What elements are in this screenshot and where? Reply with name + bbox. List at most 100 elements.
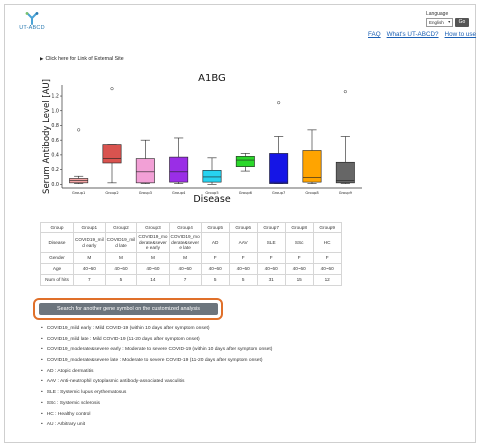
- table-header-cell: Group1: [73, 222, 106, 233]
- legend-item: AD : Atopic dermatitis: [41, 367, 272, 378]
- legend-item: SLE : Systemic lupus erythematosus: [41, 388, 272, 399]
- table-cell: F: [256, 252, 286, 264]
- table-cell: COVID19_mo derate&sever e early: [136, 232, 170, 253]
- table-cell-line: AAV: [238, 239, 248, 245]
- y-tick-label: 1.0: [51, 108, 59, 114]
- table-header-cell: Group4: [168, 222, 202, 233]
- table-cell-line: SLE: [266, 239, 276, 245]
- box-outlier: [110, 87, 114, 91]
- x-axis-label: Disease: [193, 194, 231, 205]
- table-header-cell: Group9: [312, 222, 342, 233]
- chart-title: A1BG: [198, 73, 226, 84]
- table-cell: 7: [73, 274, 106, 286]
- table-cell: M: [73, 252, 106, 264]
- table-cell: 5: [200, 274, 230, 286]
- table-cell: F: [312, 252, 342, 264]
- table-cell-line: COVID19_mil: [106, 236, 136, 242]
- table-cell: COVID19_mil d late: [104, 232, 138, 253]
- table-cell: 15: [284, 274, 314, 286]
- table-cell: AD: [200, 232, 230, 253]
- table-cell-line: AD: [211, 239, 219, 245]
- y-tick-label: 0.4: [51, 152, 59, 158]
- au-note: AU : Arbitrary unit: [41, 422, 85, 427]
- box-rect: [135, 158, 155, 184]
- table-cell: F: [284, 252, 314, 264]
- table-cell-line: e late: [179, 245, 191, 251]
- y-tick-label: 0.6: [51, 138, 59, 144]
- table-cell: 40~60: [284, 263, 314, 275]
- x-tick-label: Group4: [172, 191, 186, 195]
- table-cell: 5: [228, 274, 258, 286]
- x-tick-label: Group6: [239, 191, 253, 195]
- table-cell: M: [136, 252, 170, 264]
- x-tick-label: Group5: [205, 191, 218, 195]
- legend-item: SSc : Systemic sclerosis: [41, 399, 272, 410]
- table-cell-line: SSc: [294, 239, 304, 245]
- table-cell: 7: [168, 274, 202, 286]
- y-tick-label: 1.2: [51, 94, 59, 100]
- box-rect: [202, 170, 222, 183]
- table-cell: 40~60: [200, 263, 230, 275]
- table-cell: 40~60: [168, 263, 202, 275]
- table-cell: 14: [136, 274, 170, 286]
- table-header-cell: Group: [40, 222, 74, 233]
- table-row-disease: Disease COVID19_mil d early COVID19_mil d la…: [40, 232, 342, 253]
- box-rect: [102, 144, 122, 164]
- table-row: Age 40~60 40~60 40~60 40~60 40~60 40~60 40~60 40…: [40, 263, 342, 275]
- x-tick-label: Group2: [105, 191, 118, 195]
- table-cell: 40~60: [73, 263, 106, 275]
- box-rect: [302, 150, 322, 183]
- table-row-label: Gender: [40, 252, 74, 264]
- table-cell: 5: [104, 274, 138, 286]
- table-cell: 12: [312, 274, 342, 286]
- legend-item: COVID19_mild early : Mild COVID-19 (with…: [41, 324, 272, 335]
- y-tick-label: 0.2: [51, 167, 59, 173]
- table-row: Gender M M M M F F F F F: [40, 252, 342, 264]
- table-cell: HC: [312, 232, 342, 253]
- table-cell-line: e early: [145, 245, 160, 251]
- legend-item: AAV : Anti-neutrophil cytoplasmic antibo…: [41, 377, 272, 388]
- table-cell: COVID19_mo derate&sever e late: [168, 232, 202, 253]
- table-cell-line: COVID19_mil: [75, 236, 104, 242]
- table-header-cell: Group6: [228, 222, 258, 233]
- legend-item: HC : Healthy control: [41, 410, 272, 421]
- table-cell: 31: [256, 274, 286, 286]
- box-outlier: [77, 128, 81, 132]
- y-tick-label: 0.8: [51, 123, 59, 129]
- legend-item: COVID19_moderate&severe early : Moderate…: [41, 345, 273, 356]
- table-cell: COVID19_mil d early: [73, 232, 106, 253]
- table-cell: 40~60: [104, 263, 138, 275]
- box-plot-chart: A1BGSerum Antibody Level [AU]Disease0.00…: [42, 73, 362, 205]
- table-cell: M: [168, 252, 202, 264]
- table-cell: 40~60: [228, 263, 258, 275]
- table-header-cell: Group7: [256, 222, 286, 233]
- box-outlier: [277, 101, 281, 105]
- box-rect: [235, 156, 255, 167]
- table-header-row: Group Group1 Group2 Group3 Group4 Group5 Group…: [40, 222, 342, 233]
- table-row-label: Num of hits: [40, 274, 74, 286]
- abbreviation-list: COVID19_mild early : Mild COVID-19 (with…: [41, 324, 273, 421]
- x-tick-label: Group3: [139, 191, 152, 195]
- box-rect: [335, 161, 355, 184]
- x-tick-label: Group8: [305, 191, 319, 195]
- table-row-label: Age: [40, 263, 74, 275]
- table-header-cell: Group2: [104, 222, 138, 233]
- table-header-cell: Group3: [136, 222, 170, 233]
- table-cell: F: [228, 252, 258, 264]
- x-tick-label: Group9: [339, 191, 353, 195]
- table-cell-line: HC: [323, 239, 331, 245]
- x-tick-label: Group7: [272, 191, 285, 195]
- x-tick-label: Group1: [72, 191, 85, 195]
- legend-item: COVID19_mild late : Mild COVID-19 (11-20…: [41, 335, 272, 346]
- search-another-gene-button[interactable]: Search for another gene symbol on the cu…: [39, 303, 218, 315]
- table-cell: 40~60: [256, 263, 286, 275]
- table-cell-line: d late: [115, 242, 127, 248]
- table-header-cell: Group8: [284, 222, 314, 233]
- table-cell: SSc: [284, 232, 314, 253]
- table-row-label: Disease: [40, 232, 74, 253]
- table-cell: F: [200, 252, 230, 264]
- legend-item: COVID19_moderate&severe late : Moderate …: [41, 356, 272, 367]
- table-cell: 40~60: [312, 263, 342, 275]
- table-cell-line: COVID19_mo: [170, 234, 200, 240]
- table-header-cell: Group5: [200, 222, 230, 233]
